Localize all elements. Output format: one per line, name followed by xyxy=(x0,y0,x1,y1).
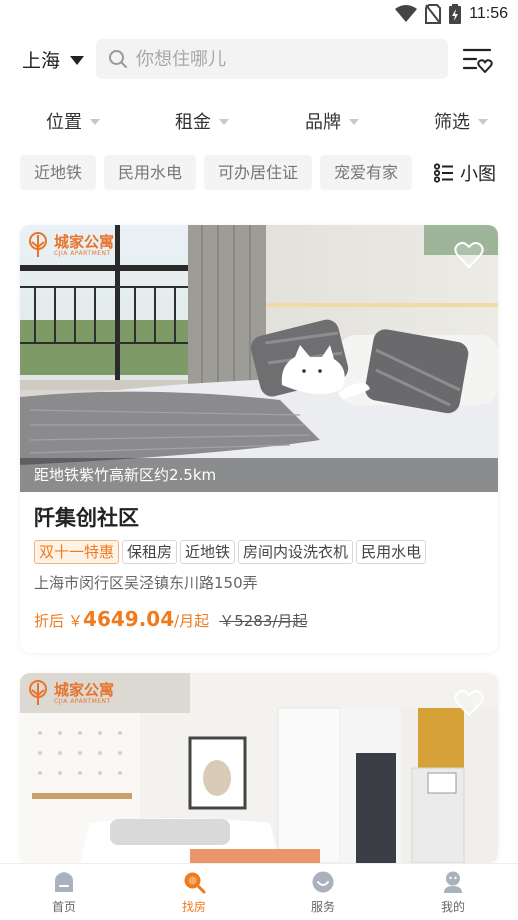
nav-find-home[interactable]: 找房 xyxy=(154,870,234,915)
price-prefix: 折后 xyxy=(34,612,65,630)
brand-subtitle: CJIA APARTMENT xyxy=(54,249,111,257)
view-toggle-label: 小图 xyxy=(460,164,496,185)
badge: 民用水电 xyxy=(356,540,427,564)
filter-label: 租金 xyxy=(175,112,211,133)
brand-logo: 城家公寓 CJIA APARTMENT xyxy=(26,232,114,258)
badge: 近地铁 xyxy=(180,540,236,564)
filter-more[interactable]: 筛选 xyxy=(434,108,488,134)
nav-home[interactable]: 首页 xyxy=(24,870,104,915)
original-price: ￥5283/月起 xyxy=(219,612,308,630)
status-time: 11:56 xyxy=(469,5,508,22)
brand-subtitle: CJIA APARTMENT xyxy=(54,697,111,705)
brand-mark-icon xyxy=(29,680,47,705)
triangle-down-icon xyxy=(90,119,100,125)
listing-title: 阡集创社区 xyxy=(34,506,139,530)
no-sim-icon xyxy=(425,4,442,24)
favorites-list-icon[interactable] xyxy=(462,46,494,74)
tag-residence-permit[interactable]: 可办居住证 xyxy=(204,155,313,190)
tag-pet-friendly[interactable]: 宠爱有家 xyxy=(320,155,413,190)
filter-location[interactable]: 位置 xyxy=(46,108,100,134)
badge-promo: 双十一特惠 xyxy=(34,540,120,564)
status-icons: 11:56 xyxy=(395,4,508,24)
badge: 房间内设洗衣机 xyxy=(238,540,354,564)
service-icon xyxy=(312,871,334,893)
filter-label: 筛选 xyxy=(434,112,470,133)
list-view-icon xyxy=(434,163,453,183)
search-box[interactable] xyxy=(96,39,448,79)
brand-mark-icon xyxy=(29,232,47,257)
triangle-down-icon xyxy=(349,119,359,125)
listing-address: 上海市闵行区吴泾镇东川路150弄 xyxy=(34,574,258,592)
city-label: 上海 xyxy=(22,50,61,72)
triangle-down-icon xyxy=(219,119,229,125)
favorite-heart-icon[interactable] xyxy=(454,241,484,269)
filter-brand[interactable]: 品牌 xyxy=(305,108,359,134)
listing-card[interactable]: 城家公寓 CJIA APARTMENT xyxy=(20,673,498,863)
filter-label: 位置 xyxy=(46,112,82,133)
price-currency: ￥ xyxy=(68,612,84,630)
search-input[interactable] xyxy=(136,48,436,70)
badge: 保租房 xyxy=(122,540,178,564)
listing-card[interactable]: 城家公寓 CJIA APARTMENT 距地铁紫竹高新区约2.5km 阡集创社区… xyxy=(20,225,498,653)
listing-price: 折后 ￥ 4649.04 /月起 ￥5283/月起 xyxy=(34,607,484,631)
listing-photo[interactable]: 城家公寓 CJIA APARTMENT 距地铁紫竹高新区约2.5km xyxy=(20,225,498,492)
quick-tags: 近地铁 民用水电 可办居住证 宠爱有家 xyxy=(20,155,420,191)
status-bar: 11:56 xyxy=(0,0,518,30)
profile-icon xyxy=(444,871,462,893)
filter-rent[interactable]: 租金 xyxy=(175,108,229,134)
nav-label: 首页 xyxy=(51,900,76,914)
bottom-nav: 首页 找房 服务 我的 xyxy=(0,863,518,920)
battery-charging-icon xyxy=(449,4,462,24)
filter-bar: 位置 租金 品牌 筛选 xyxy=(0,108,518,140)
listing-badges: 双十一特惠 保租房 近地铁 房间内设洗衣机 民用水电 xyxy=(34,540,484,564)
search-house-icon xyxy=(184,872,206,894)
tag-civil-utilities[interactable]: 民用水电 xyxy=(104,155,197,190)
home-icon xyxy=(55,872,73,892)
wifi-icon xyxy=(395,5,418,22)
nav-label: 找房 xyxy=(181,900,206,914)
favorite-heart-icon[interactable] xyxy=(454,689,484,717)
nav-service[interactable]: 服务 xyxy=(283,870,363,915)
nav-label: 我的 xyxy=(440,900,465,914)
city-selector[interactable]: 上海 xyxy=(22,46,85,73)
filter-label: 品牌 xyxy=(305,112,341,133)
nav-label: 服务 xyxy=(310,900,335,914)
triangle-down-icon xyxy=(478,119,488,125)
distance-caption: 距地铁紫竹高新区约2.5km xyxy=(20,458,498,492)
price-amount: 4649.04 xyxy=(83,607,175,631)
caret-down-icon xyxy=(70,56,85,65)
price-unit: /月起 xyxy=(174,612,210,630)
brand-name: 城家公寓 xyxy=(54,232,115,251)
nav-profile[interactable]: 我的 xyxy=(413,870,493,915)
bedroom-photo xyxy=(20,225,498,492)
search-icon xyxy=(109,50,127,68)
brand-logo: 城家公寓 CJIA APARTMENT xyxy=(26,680,114,706)
top-bar: 上海 xyxy=(0,38,518,80)
view-toggle-button[interactable]: 小图 xyxy=(420,152,518,194)
listing-info: 阡集创社区 双十一特惠 保租房 近地铁 房间内设洗衣机 民用水电 上海市闵行区吴泾镇东川… xyxy=(20,492,498,631)
brand-name: 城家公寓 xyxy=(54,680,115,699)
tag-near-metro[interactable]: 近地铁 xyxy=(20,155,97,190)
listing-photo[interactable]: 城家公寓 CJIA APARTMENT xyxy=(20,673,498,863)
